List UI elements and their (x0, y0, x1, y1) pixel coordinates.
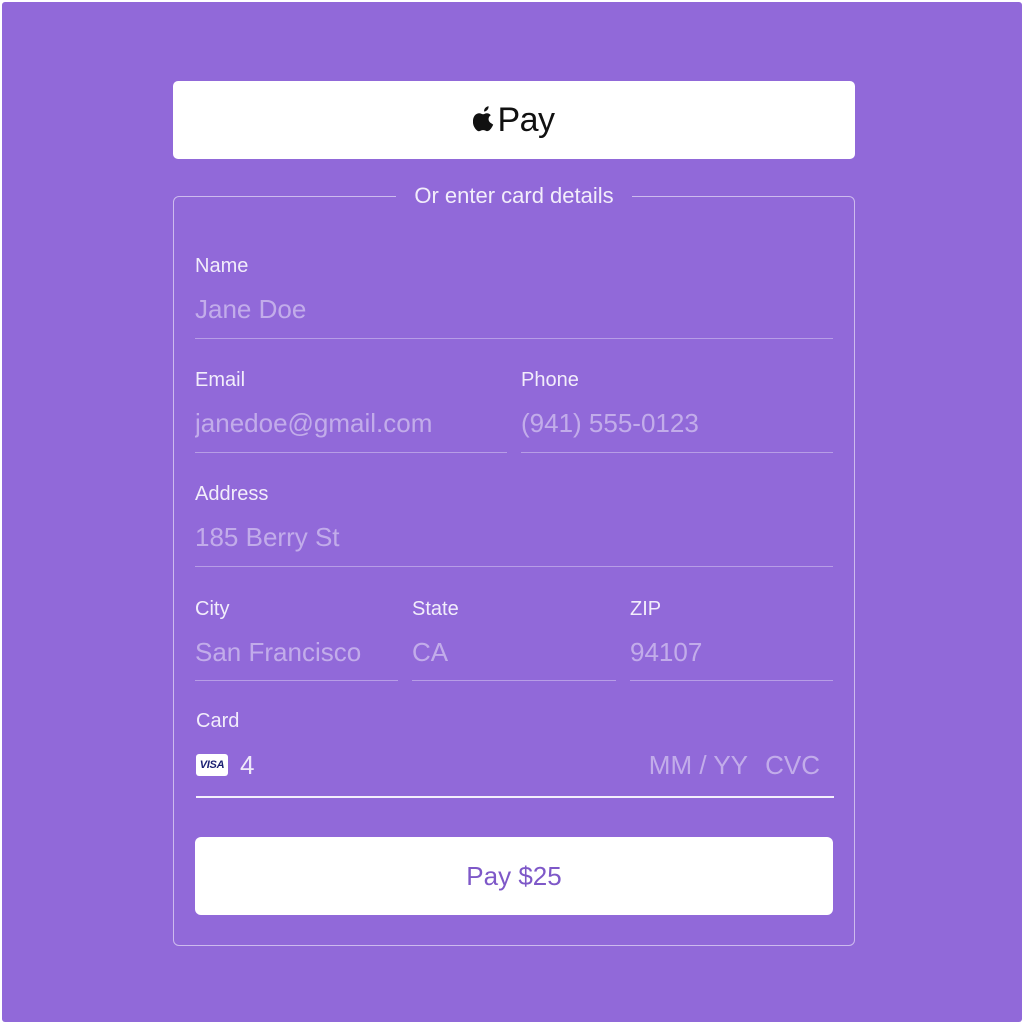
city-input[interactable] (195, 632, 398, 672)
apple-pay-label: Pay (497, 100, 555, 139)
state-field: State (412, 598, 616, 681)
zip-field: ZIP (630, 598, 833, 681)
zip-label: ZIP (630, 598, 662, 620)
name-label: Name (195, 255, 249, 277)
apple-pay-button[interactable]: Pay (173, 81, 855, 159)
address-label: Address (195, 483, 269, 505)
email-input[interactable] (195, 403, 507, 443)
name-field: Name (195, 255, 833, 339)
card-label: Card (196, 710, 240, 732)
visa-icon: VISA (196, 754, 228, 776)
state-input[interactable] (412, 632, 616, 672)
divider: Or enter card details (174, 183, 854, 209)
email-field: Email (195, 369, 507, 453)
city-field: City (195, 598, 398, 681)
address-input[interactable] (195, 517, 833, 557)
divider-text: Or enter card details (396, 183, 632, 209)
card-expiry-input[interactable]: MM / YY (649, 750, 748, 780)
address-field: Address (195, 483, 833, 567)
zip-input[interactable] (630, 632, 833, 672)
state-label: State (412, 598, 459, 620)
email-label: Email (195, 369, 246, 391)
pay-button[interactable]: Pay $25 (195, 837, 833, 915)
phone-field: Phone (521, 369, 833, 453)
name-input[interactable] (195, 289, 833, 329)
phone-input[interactable] (521, 403, 833, 443)
card-number-input[interactable]: 4 (240, 750, 254, 780)
card-cvc-input[interactable]: CVC (765, 750, 820, 780)
city-label: City (195, 598, 230, 620)
payment-page: Pay Or enter card details Name Email Pho… (2, 2, 1022, 1022)
phone-label: Phone (521, 369, 579, 391)
apple-icon (473, 105, 494, 131)
card-field[interactable]: Card VISA 4 MM / YY CVC (196, 710, 834, 798)
card-details-panel: Or enter card details Name Email Phone A… (173, 183, 855, 946)
